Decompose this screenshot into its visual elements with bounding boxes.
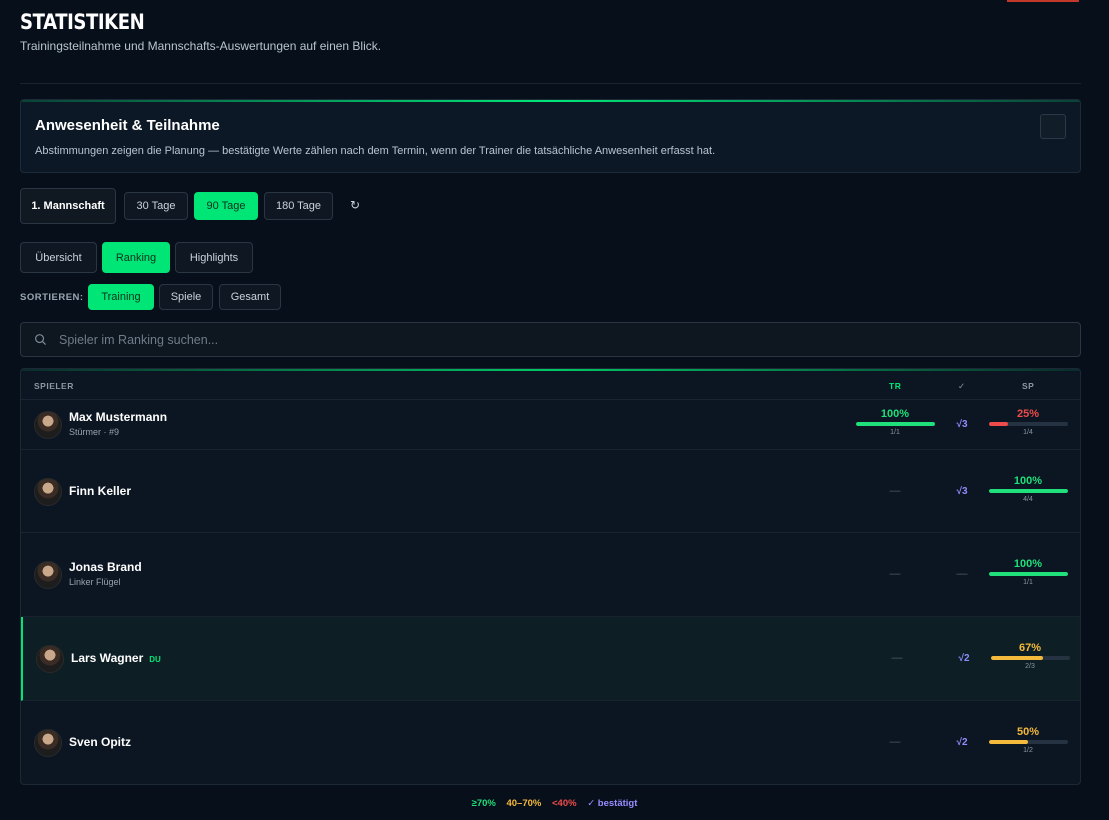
games-bar <box>988 488 1068 493</box>
period-30-button[interactable]: 30 Tage <box>124 192 188 220</box>
info-collapse-toggle[interactable] <box>1040 114 1066 139</box>
games-percent: 50% <box>1016 726 1040 738</box>
training-empty: — <box>891 652 903 664</box>
games-percent: 100% <box>1013 558 1043 570</box>
search-icon <box>35 334 47 346</box>
sort-total-button[interactable]: Gesamt <box>219 284 281 310</box>
games-metric: 100% 1/1 <box>988 558 1068 586</box>
training-empty: — <box>889 736 901 748</box>
player-name: Jonas Brand <box>69 560 142 574</box>
ranking-table: SPIELER TR ✓ SP Max Mustermann Stürmer · … <box>20 368 1081 785</box>
games-bar <box>988 572 1068 576</box>
avatar <box>34 561 62 589</box>
avatar <box>36 645 64 673</box>
page-title: STATISTIKEN <box>20 10 145 34</box>
avatar <box>34 477 62 506</box>
games-fraction: 4/4 <box>1023 495 1033 503</box>
sort-label: SORTIEREN: <box>20 292 84 303</box>
info-card-text: Abstimmungen zeigen die Planung — bestät… <box>35 145 716 157</box>
avatar <box>34 411 62 439</box>
period-90-button[interactable]: 90 Tage <box>194 192 258 220</box>
tab-ranking[interactable]: Ranking <box>102 242 170 273</box>
games-metric: 25% 1/4 <box>988 408 1068 436</box>
player-name-text: Sven Opitz <box>69 735 132 749</box>
self-badge: DU <box>149 655 161 664</box>
info-card-title: Anwesenheit & Teilnahme <box>35 117 220 134</box>
confirmed-count: √3 <box>956 485 968 497</box>
avatar <box>34 729 62 757</box>
tab-overview[interactable]: Übersicht <box>20 242 97 273</box>
games-bar <box>990 656 1070 660</box>
games-percent: 25% <box>1016 408 1040 420</box>
sort-training-button[interactable]: Training <box>88 284 154 310</box>
training-metric: 100% 1/1 <box>855 408 935 436</box>
legend-high: ≥70% <box>471 798 496 809</box>
confirmed-empty: — <box>956 568 968 580</box>
header-confirmed[interactable]: ✓ <box>958 381 966 392</box>
player-name-text: Lars Wagner <box>71 651 144 665</box>
top-accent-bar <box>1007 0 1079 2</box>
games-percent: 67% <box>1018 642 1042 654</box>
table-row[interactable]: Max Mustermann Stürmer · #9 100% 1/1 √3 2… <box>21 400 1080 450</box>
games-bar-fill <box>988 740 1028 744</box>
confirmed-count: √3 <box>956 419 968 430</box>
games-bar-fill <box>988 488 1068 493</box>
games-bar-fill <box>988 422 1009 426</box>
header-divider <box>20 83 1081 84</box>
attendance-info-card: Anwesenheit & Teilnahme Abstimmungen zei… <box>20 99 1081 173</box>
legend-confirmed: ✓ bestätigt <box>587 798 638 809</box>
statistics-page: STATISTIKEN Trainingsteilnahme und Manns… <box>0 0 1109 820</box>
training-bar-fill <box>855 422 935 426</box>
training-empty: — <box>889 568 901 580</box>
header-training[interactable]: TR <box>889 381 901 391</box>
team-selector-button[interactable]: 1. Mannschaft <box>20 188 116 224</box>
training-percent: 100% <box>880 408 910 420</box>
player-name: Sven Opitz <box>69 735 131 749</box>
player-name-text: Max Mustermann <box>69 410 168 424</box>
legend-mid: 40–70% <box>506 798 542 809</box>
player-name-text: Finn Keller <box>69 483 132 498</box>
games-fraction: 1/4 <box>1023 429 1033 436</box>
legend-low: <40% <box>552 798 577 809</box>
color-legend: ≥70% 40–70% <40% ✓ bestätigt <box>0 798 1109 809</box>
table-row[interactable]: Jonas Brand Linker Flügel — — 100% 1/1 <box>21 533 1080 617</box>
tab-highlights[interactable]: Highlights <box>175 242 253 273</box>
page-subtitle: Trainingsteilnahme und Mannschafts-Auswe… <box>20 39 382 53</box>
table-row[interactable]: Finn Keller — √3 100% 4/4 <box>21 450 1080 533</box>
games-bar <box>988 422 1068 426</box>
player-name-text: Jonas Brand <box>69 560 142 574</box>
header-player[interactable]: SPIELER <box>34 381 74 391</box>
games-metric: 50% 1/2 <box>988 726 1068 754</box>
card-glow <box>21 100 1080 102</box>
player-name: Finn Keller <box>69 484 131 498</box>
player-search[interactable] <box>20 322 1081 357</box>
games-bar-fill <box>988 572 1068 576</box>
table-header: SPIELER TR ✓ SP <box>21 369 1080 400</box>
player-position: Linker Flügel <box>69 577 121 587</box>
training-fraction: 1/1 <box>890 429 900 436</box>
confirmed-count: √2 <box>956 737 968 748</box>
table-row[interactable]: Sven Opitz — √2 50% 1/2 <box>21 701 1080 784</box>
confirmed-count: √2 <box>958 653 970 664</box>
sort-games-button[interactable]: Spiele <box>159 284 213 310</box>
games-fraction: 1/2 <box>1023 747 1033 754</box>
games-fraction: 1/1 <box>1023 579 1033 586</box>
games-percent: 100% <box>1013 474 1043 487</box>
games-metric: 67% 2/3 <box>990 642 1070 670</box>
training-bar <box>855 422 935 426</box>
games-metric: 100% 4/4 <box>988 475 1068 503</box>
player-position: Stürmer · #9 <box>69 427 120 437</box>
games-bar <box>988 740 1068 744</box>
player-name: Lars Wagner DU <box>71 651 161 665</box>
games-bar-fill <box>990 656 1044 660</box>
games-fraction: 2/3 <box>1025 663 1035 670</box>
period-180-button[interactable]: 180 Tage <box>264 192 333 220</box>
player-name: Max Mustermann <box>69 410 167 424</box>
table-row[interactable]: Lars Wagner DU — √2 67% 2/3 <box>21 617 1080 701</box>
search-input[interactable] <box>59 323 1059 356</box>
refresh-icon[interactable]: ↻ <box>350 198 360 212</box>
training-empty: — <box>889 484 901 497</box>
header-games[interactable]: SP <box>1022 381 1034 391</box>
